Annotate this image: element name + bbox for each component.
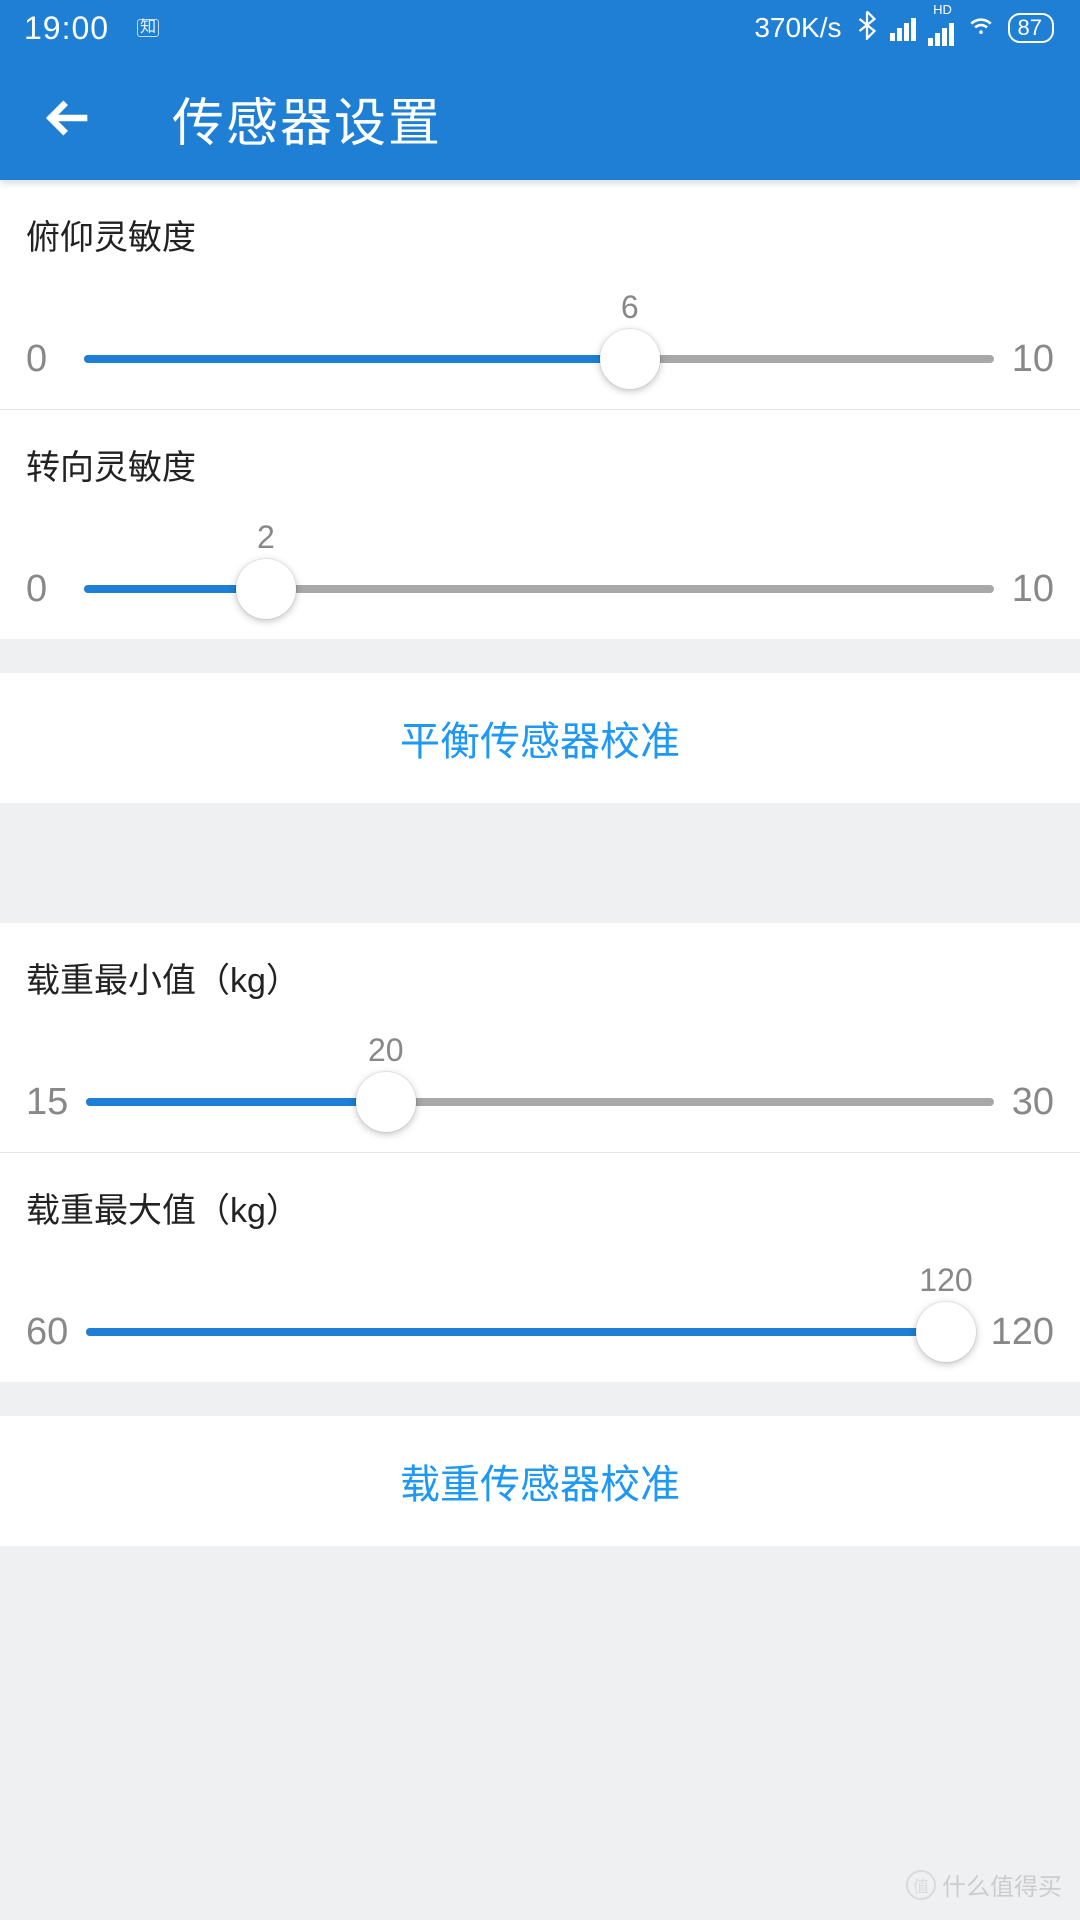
load-max-row: 载重最大值（kg） 60 120 120 [0, 1153, 1080, 1382]
load-min-row: 载重最小值（kg） 15 20 30 [0, 923, 1080, 1153]
pitch-sensitivity-row: 俯仰灵敏度 0 6 10 [0, 180, 1080, 410]
load-max-min: 60 [26, 1311, 68, 1354]
load-max-thumb[interactable] [916, 1302, 976, 1362]
turn-sensitivity-row: 转向灵敏度 0 2 10 [0, 410, 1080, 639]
pitch-slider[interactable]: 6 [84, 329, 994, 389]
turn-slider[interactable]: 2 [84, 559, 994, 619]
load-min-label: 载重最小值（kg） [26, 953, 1054, 1002]
turn-min: 0 [26, 568, 66, 611]
load-max-max: 120 [991, 1311, 1054, 1354]
balance-calibration-button[interactable]: 平衡传感器校准 [0, 673, 1080, 803]
pitch-value: 6 [621, 289, 639, 326]
app-bar: 传感器设置 [0, 56, 1080, 180]
hd-badge: HD [933, 3, 952, 16]
load-calibration-button[interactable]: 载重传感器校准 [0, 1416, 1080, 1546]
pitch-label: 俯仰灵敏度 [26, 210, 1054, 259]
notification-badge: 知 [137, 19, 159, 37]
load-max-slider[interactable]: 120 [86, 1302, 972, 1362]
turn-value: 2 [257, 519, 275, 556]
wifi-icon [966, 9, 996, 47]
load-max-label: 载重最大值（kg） [26, 1183, 1054, 1232]
turn-label: 转向灵敏度 [26, 440, 1054, 489]
pitch-thumb[interactable] [600, 329, 660, 389]
pitch-max: 10 [1012, 338, 1054, 381]
load-section: 载重最小值（kg） 15 20 30 载重最大值（kg） 60 120 120 [0, 923, 1080, 1382]
load-min-min: 15 [26, 1081, 68, 1124]
network-speed: 370K/s [754, 12, 841, 44]
status-time: 19:00 [24, 10, 109, 47]
watermark: 值 什么值得买 [906, 1867, 1062, 1902]
back-button[interactable] [44, 92, 96, 144]
signal-icon [890, 15, 916, 41]
load-min-thumb[interactable] [356, 1072, 416, 1132]
load-min-value: 20 [368, 1032, 404, 1069]
turn-max: 10 [1012, 568, 1054, 611]
turn-thumb[interactable] [236, 559, 296, 619]
signal-icon-2 [928, 20, 954, 46]
load-max-value: 120 [919, 1262, 972, 1299]
page-title: 传感器设置 [172, 81, 442, 156]
battery-indicator: 87 [1008, 13, 1054, 43]
sensitivity-section: 俯仰灵敏度 0 6 10 转向灵敏度 0 2 10 [0, 180, 1080, 639]
watermark-badge: 值 [906, 1870, 936, 1900]
status-bar: 19:00 知 370K/s HD 87 [0, 0, 1080, 56]
load-min-slider[interactable]: 20 [86, 1072, 993, 1132]
watermark-text: 什么值得买 [942, 1867, 1062, 1902]
bluetooth-icon [856, 10, 878, 47]
load-min-max: 30 [1012, 1081, 1054, 1124]
pitch-min: 0 [26, 338, 66, 381]
